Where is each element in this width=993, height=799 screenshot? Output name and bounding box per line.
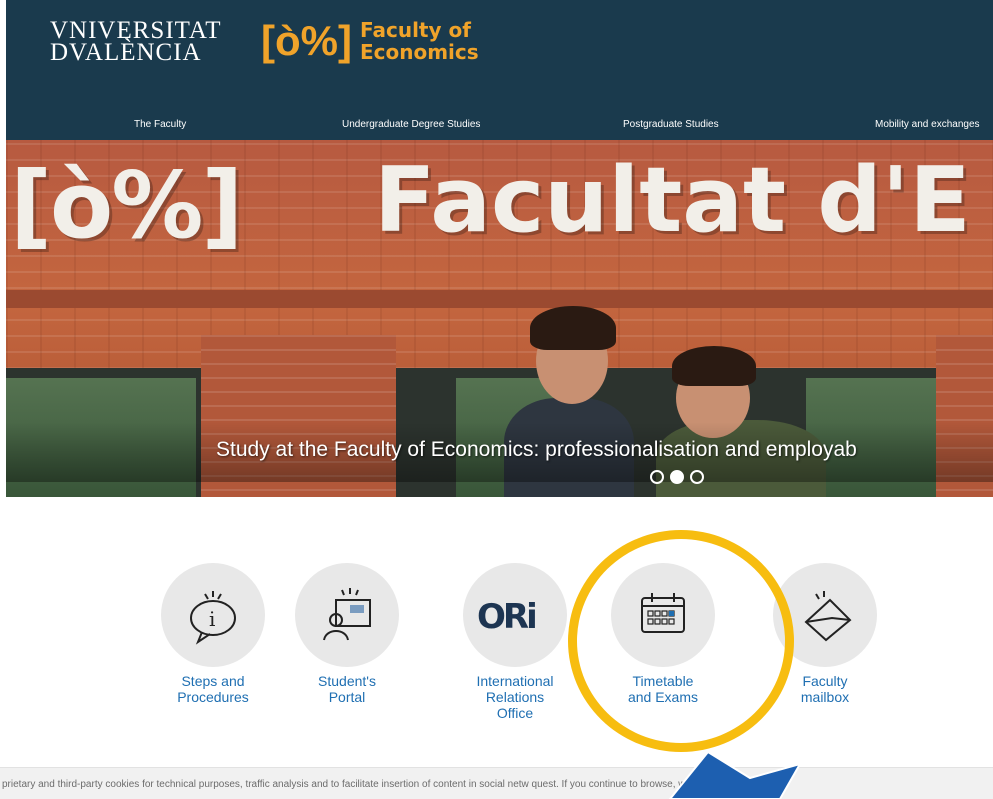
quick-link-label-line2: Relations (485, 689, 545, 705)
quick-link-label-line3: Office (496, 705, 534, 721)
quick-link-label: Student's Portal (282, 673, 412, 705)
cookie-notice-text: prietary and third-party cookies for tec… (2, 779, 692, 790)
info-speech-bubble-icon: i (190, 591, 236, 645)
faculty-logo[interactable]: [ò%] Faculty of Economics (261, 18, 479, 64)
quick-link-label-line1: International (476, 673, 554, 689)
nav-item-the-faculty[interactable]: The Faculty (134, 119, 186, 130)
slider-dot-2[interactable] (670, 470, 684, 484)
quick-link-label-line1: Student's (318, 673, 376, 689)
quick-link-circle (295, 563, 399, 667)
quick-links-section: i Steps and Procedures Student's Portal (0, 497, 993, 767)
quick-link-label-line1: Steps and (181, 673, 245, 689)
faculty-name-line2: Economics (359, 40, 479, 64)
faculty-name: Faculty of Economics (360, 19, 479, 63)
university-logo[interactable]: VNIVERSITAT DVALÈNCIA (50, 18, 222, 66)
hero-sign-symbol: [ò%] (10, 152, 243, 259)
slider-dots (650, 470, 704, 484)
envelope-icon (804, 591, 852, 642)
quick-link-label-line2: Procedures (177, 689, 249, 705)
student-hair-right (672, 346, 756, 386)
ori-logo-icon: ORi (477, 597, 538, 637)
quick-link-students-portal[interactable]: Student's Portal (282, 563, 412, 705)
hero-sign-text: Facultat d'E (374, 148, 971, 253)
quick-link-international-relations[interactable]: ORi International Relations Office (450, 563, 580, 721)
faculty-name-line1: Faculty of (359, 18, 471, 42)
highlight-circle (568, 530, 794, 752)
svg-text:i: i (209, 607, 215, 631)
quick-link-label-line2: Portal (328, 689, 366, 705)
faculty-symbol-icon: [ò%] (261, 17, 352, 64)
svg-text:ORi: ORi (477, 597, 535, 637)
cookie-notice-bar: prietary and third-party cookies for tec… (0, 767, 993, 799)
slider-dot-1[interactable] (650, 470, 664, 484)
student-hair-left (530, 306, 616, 350)
hero-slider[interactable]: [ò%] Facultat d'E Study at the Faculty o… (6, 140, 993, 497)
slider-dot-3[interactable] (690, 470, 704, 484)
quick-link-label: International Relations Office (450, 673, 580, 721)
nav-item-mobility[interactable]: Mobility and exchanges (875, 119, 980, 130)
building-ledge (6, 290, 993, 308)
quick-link-steps-procedures[interactable]: i Steps and Procedures (148, 563, 278, 705)
university-name-line2: DVALÈNCIA (50, 39, 202, 66)
nav-item-postgraduate[interactable]: Postgraduate Studies (623, 119, 719, 130)
site-header: VNIVERSITAT DVALÈNCIA [ò%] Faculty of Ec… (6, 0, 993, 107)
hero-caption[interactable]: Study at the Faculty of Economics: profe… (216, 438, 857, 462)
pointer-arrow-icon (668, 752, 803, 799)
quick-link-circle: i (161, 563, 265, 667)
student-portal-icon (323, 588, 371, 641)
nav-item-undergraduate[interactable]: Undergraduate Degree Studies (342, 119, 480, 130)
quick-link-circle: ORi (463, 563, 567, 667)
main-navigation: The Faculty Undergraduate Degree Studies… (6, 107, 993, 140)
quick-link-label: Steps and Procedures (148, 673, 278, 705)
